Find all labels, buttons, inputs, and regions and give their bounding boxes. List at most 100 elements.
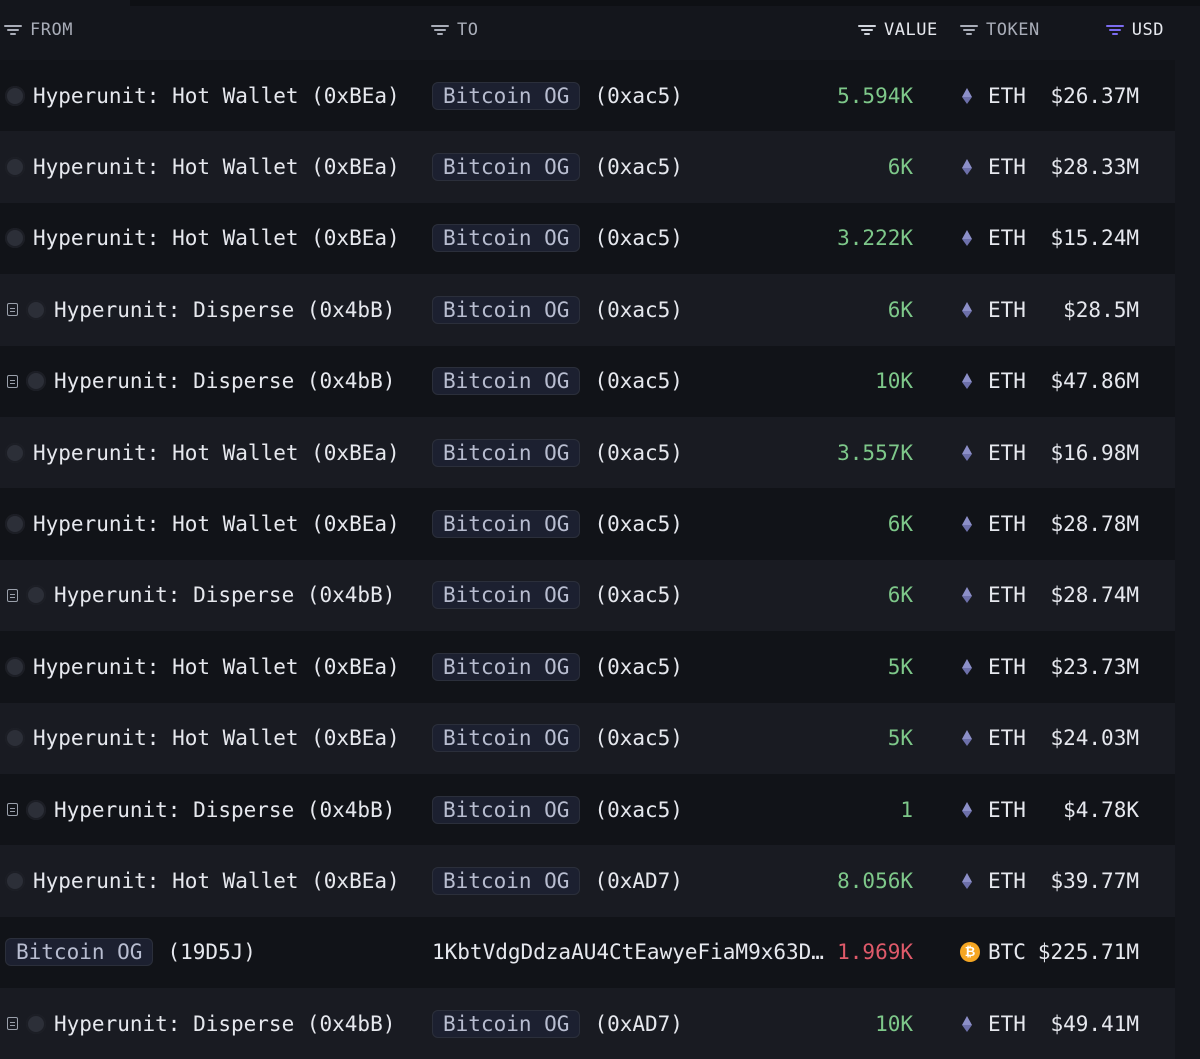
- token-cell[interactable]: ETH: [962, 988, 1026, 1059]
- to-cell[interactable]: Bitcoin OG (0xac5): [432, 774, 683, 845]
- from-cell[interactable]: Hyperunit: Hot Wallet (0xBEa): [5, 488, 400, 559]
- table-row[interactable]: Hyperunit: Hot Wallet (0xBEa) Bitcoin OG (…: [0, 845, 1175, 917]
- to-entity-tag[interactable]: Bitcoin OG: [432, 224, 581, 253]
- from-entity-label[interactable]: Hyperunit: Disperse (0x4bB): [54, 1012, 395, 1036]
- table-row[interactable]: Hyperunit: Hot Wallet (0xBEa) Bitcoin OG (…: [0, 202, 1175, 275]
- from-cell[interactable]: Hyperunit: Hot Wallet (0xBEa): [5, 417, 400, 488]
- table-row[interactable]: Hyperunit: Hot Wallet (0xBEa) Bitcoin OG (…: [0, 702, 1175, 774]
- from-cell[interactable]: Hyperunit: Hot Wallet (0xBEa): [5, 631, 400, 702]
- to-cell[interactable]: Bitcoin OG (0xac5): [432, 631, 683, 702]
- to-cell[interactable]: Bitcoin OG (0xac5): [432, 488, 683, 559]
- from-cell[interactable]: Hyperunit: Hot Wallet (0xBEa): [5, 131, 400, 202]
- token-cell[interactable]: ETH: [962, 488, 1026, 559]
- token-cell[interactable]: ETH: [962, 203, 1026, 274]
- table-row[interactable]: Hyperunit: Hot Wallet (0xBEa) Bitcoin OG (…: [0, 488, 1175, 560]
- token-cell[interactable]: ETH: [962, 417, 1026, 488]
- to-cell[interactable]: Bitcoin OG (0xac5): [432, 560, 683, 631]
- from-entity-label[interactable]: Hyperunit: Hot Wallet (0xBEa): [33, 84, 400, 108]
- token-cell[interactable]: ₿ BTC: [960, 917, 1026, 988]
- token-cell[interactable]: ETH: [962, 131, 1026, 202]
- to-cell[interactable]: 1KbtVdgDdzaAU4CtEawyeFiaM9x63D…: [432, 917, 824, 988]
- column-header-from[interactable]: FROM: [4, 18, 73, 42]
- token-cell[interactable]: ETH: [962, 274, 1026, 345]
- token-cell[interactable]: ETH: [962, 60, 1026, 131]
- to-entity-tag[interactable]: Bitcoin OG: [432, 652, 581, 681]
- to-address[interactable]: (0xAD7): [594, 869, 683, 893]
- to-entity-tag[interactable]: Bitcoin OG: [432, 295, 581, 324]
- token-cell[interactable]: ETH: [962, 774, 1026, 845]
- to-address[interactable]: (0xac5): [594, 84, 683, 108]
- to-cell[interactable]: Bitcoin OG (0xAD7): [432, 845, 683, 916]
- to-cell[interactable]: Bitcoin OG (0xac5): [432, 274, 683, 345]
- to-cell[interactable]: Bitcoin OG (0xac5): [432, 203, 683, 274]
- to-cell[interactable]: Bitcoin OG (0xac5): [432, 131, 683, 202]
- from-cell[interactable]: Hyperunit: Hot Wallet (0xBEa): [5, 845, 400, 916]
- from-entity-tag[interactable]: Bitcoin OG: [5, 938, 154, 967]
- from-entity-label[interactable]: Hyperunit: Disperse (0x4bB): [54, 583, 395, 607]
- to-address[interactable]: (0xac5): [594, 441, 683, 465]
- from-cell[interactable]: Bitcoin OG (19D5J): [5, 917, 256, 988]
- token-cell[interactable]: ETH: [962, 346, 1026, 417]
- filter-icon[interactable]: [4, 24, 22, 36]
- to-entity-tag[interactable]: Bitcoin OG: [432, 724, 581, 753]
- from-entity-label[interactable]: Hyperunit: Hot Wallet (0xBEa): [33, 441, 400, 465]
- table-row[interactable]: Hyperunit: Disperse (0x4bB) Bitcoin OG (0x…: [0, 559, 1175, 632]
- from-cell[interactable]: Hyperunit: Disperse (0x4bB): [7, 274, 395, 345]
- column-header-to[interactable]: TO: [431, 18, 478, 42]
- from-entity-label[interactable]: Hyperunit: Hot Wallet (0xBEa): [33, 655, 400, 679]
- to-address[interactable]: 1KbtVdgDdzaAU4CtEawyeFiaM9x63D…: [432, 940, 824, 964]
- from-cell[interactable]: Hyperunit: Hot Wallet (0xBEa): [5, 60, 400, 131]
- to-address[interactable]: (0xac5): [594, 726, 683, 750]
- to-address[interactable]: (0xac5): [594, 226, 683, 250]
- to-entity-tag[interactable]: Bitcoin OG: [432, 153, 581, 182]
- token-cell[interactable]: ETH: [962, 631, 1026, 702]
- to-entity-tag[interactable]: Bitcoin OG: [432, 367, 581, 396]
- from-cell[interactable]: Hyperunit: Disperse (0x4bB): [7, 346, 395, 417]
- from-cell[interactable]: Hyperunit: Disperse (0x4bB): [7, 560, 395, 631]
- to-address[interactable]: (0xac5): [594, 155, 683, 179]
- from-address[interactable]: (19D5J): [167, 940, 256, 964]
- from-entity-label[interactable]: Hyperunit: Hot Wallet (0xBEa): [33, 226, 400, 250]
- to-cell[interactable]: Bitcoin OG (0xac5): [432, 703, 683, 774]
- from-cell[interactable]: Hyperunit: Hot Wallet (0xBEa): [5, 203, 400, 274]
- to-address[interactable]: (0xac5): [594, 369, 683, 393]
- to-cell[interactable]: Bitcoin OG (0xac5): [432, 417, 683, 488]
- to-cell[interactable]: Bitcoin OG (0xAD7): [432, 988, 683, 1059]
- token-cell[interactable]: ETH: [962, 845, 1026, 916]
- filter-icon[interactable]: [1105, 24, 1124, 36]
- to-cell[interactable]: Bitcoin OG (0xac5): [432, 346, 683, 417]
- filter-icon[interactable]: [431, 24, 449, 36]
- column-header-token[interactable]: TOKEN: [960, 18, 1040, 42]
- token-cell[interactable]: ETH: [962, 703, 1026, 774]
- table-row[interactable]: Hyperunit: Hot Wallet (0xBEa) Bitcoin OG (…: [0, 631, 1175, 703]
- to-entity-tag[interactable]: Bitcoin OG: [432, 581, 581, 610]
- table-row[interactable]: Bitcoin OG (19D5J) 1KbtVdgDdzaAU4CtEawyeFi…: [0, 916, 1175, 989]
- to-entity-tag[interactable]: Bitcoin OG: [432, 795, 581, 824]
- to-address[interactable]: (0xac5): [594, 298, 683, 322]
- to-address[interactable]: (0xAD7): [594, 1012, 683, 1036]
- from-cell[interactable]: Hyperunit: Disperse (0x4bB): [7, 988, 395, 1059]
- column-header-usd[interactable]: USD: [1105, 18, 1164, 42]
- to-address[interactable]: (0xac5): [594, 798, 683, 822]
- to-address[interactable]: (0xac5): [594, 583, 683, 607]
- table-row[interactable]: Hyperunit: Disperse (0x4bB) Bitcoin OG (0x…: [0, 988, 1175, 1059]
- from-entity-label[interactable]: Hyperunit: Disperse (0x4bB): [54, 298, 395, 322]
- table-row[interactable]: Hyperunit: Disperse (0x4bB) Bitcoin OG (0x…: [0, 274, 1175, 346]
- to-address[interactable]: (0xac5): [594, 512, 683, 536]
- from-entity-label[interactable]: Hyperunit: Disperse (0x4bB): [54, 369, 395, 393]
- from-cell[interactable]: Hyperunit: Disperse (0x4bB): [7, 774, 395, 845]
- from-entity-label[interactable]: Hyperunit: Disperse (0x4bB): [54, 798, 395, 822]
- to-cell[interactable]: Bitcoin OG (0xac5): [432, 60, 683, 131]
- table-row[interactable]: Hyperunit: Hot Wallet (0xBEa) Bitcoin OG (…: [0, 131, 1175, 203]
- table-row[interactable]: Hyperunit: Disperse (0x4bB) Bitcoin OG (0x…: [0, 773, 1175, 846]
- token-cell[interactable]: ETH: [962, 560, 1026, 631]
- from-entity-label[interactable]: Hyperunit: Hot Wallet (0xBEa): [33, 869, 400, 893]
- column-header-value[interactable]: VALUE: [858, 18, 938, 42]
- filter-icon[interactable]: [960, 24, 978, 36]
- to-entity-tag[interactable]: Bitcoin OG: [432, 510, 581, 539]
- from-entity-label[interactable]: Hyperunit: Hot Wallet (0xBEa): [33, 512, 400, 536]
- table-row[interactable]: Hyperunit: Hot Wallet (0xBEa) Bitcoin OG (…: [0, 416, 1175, 489]
- table-row[interactable]: Hyperunit: Hot Wallet (0xBEa) Bitcoin OG (…: [0, 60, 1175, 132]
- to-entity-tag[interactable]: Bitcoin OG: [432, 1009, 581, 1038]
- to-entity-tag[interactable]: Bitcoin OG: [432, 81, 581, 110]
